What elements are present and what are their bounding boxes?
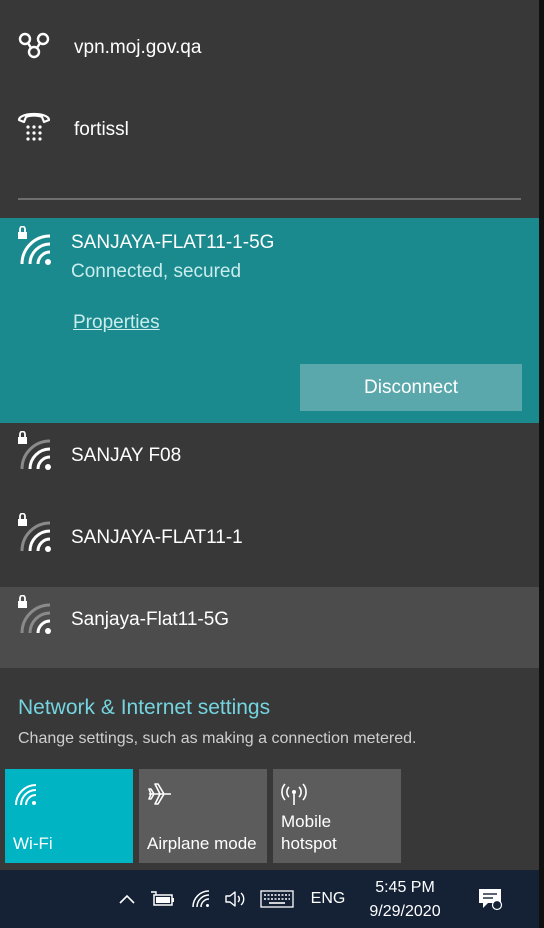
wifi-icon bbox=[15, 784, 37, 806]
vpn-item-fortissl[interactable]: fortissl bbox=[0, 88, 544, 170]
dialup-phone-icon bbox=[17, 112, 51, 141]
tile-label: Airplane mode bbox=[147, 834, 257, 853]
section-divider bbox=[18, 198, 521, 200]
clock-button[interactable]: 5:45 PM 9/29/2020 bbox=[352, 876, 458, 924]
network-tray-button[interactable] bbox=[188, 870, 214, 928]
language-indicator: ENG bbox=[310, 890, 346, 907]
notification-icon bbox=[479, 889, 503, 911]
touch-keyboard-button[interactable] bbox=[258, 870, 296, 928]
volume-button[interactable] bbox=[222, 870, 250, 928]
wifi-icon bbox=[192, 890, 210, 908]
secured-wifi-icon bbox=[18, 431, 51, 470]
mobile-hotspot-tile[interactable]: Mobile hotspot bbox=[273, 769, 401, 863]
network-name: SANJAYA-FLAT11-1-5G bbox=[71, 232, 275, 253]
tile-label: Mobile hotspot bbox=[281, 812, 337, 853]
network-name: Sanjaya-Flat11-5G bbox=[71, 609, 230, 630]
vpn-label: fortissl bbox=[74, 119, 129, 140]
connection-status: Connected, secured bbox=[71, 261, 242, 282]
taskbar: ENG 5:45 PM 9/29/2020 bbox=[0, 870, 544, 928]
disconnect-button[interactable]: Disconnect bbox=[300, 364, 522, 411]
network-name: SANJAY F08 bbox=[71, 445, 182, 466]
vpn-item-vpn-moj[interactable]: vpn.moj.gov.qa bbox=[0, 6, 544, 88]
secured-wifi-icon bbox=[18, 513, 51, 552]
keyboard-icon bbox=[260, 890, 294, 908]
network-item-sanjaya-flat11-1[interactable]: SANJAYA-FLAT11-1 bbox=[0, 505, 539, 587]
airplane-mode-tile[interactable]: Airplane mode bbox=[139, 769, 267, 863]
tile-label: Wi-Fi bbox=[13, 834, 53, 853]
connected-network-panel[interactable]: SANJAYA-FLAT11-1-5G Connected, secured P… bbox=[0, 218, 539, 423]
input-language-button[interactable]: ENG bbox=[306, 870, 350, 928]
battery-icon bbox=[151, 891, 174, 906]
settings-subtitle: Change settings, such as making a connec… bbox=[18, 730, 417, 747]
window-edge bbox=[539, 0, 544, 928]
network-settings-link[interactable]: Network & Internet settings bbox=[18, 696, 270, 720]
show-hidden-icons-button[interactable] bbox=[114, 870, 140, 928]
network-item-sanjaya-flat11-5g[interactable]: Sanjaya-Flat11-5G bbox=[0, 587, 539, 669]
action-center-button[interactable] bbox=[470, 870, 510, 928]
secured-wifi-icon bbox=[18, 226, 51, 265]
vpn-link-icon bbox=[18, 32, 50, 59]
clock-date: 9/29/2020 bbox=[369, 903, 441, 920]
clock-time: 5:45 PM bbox=[375, 879, 435, 896]
secured-wifi-icon bbox=[18, 595, 51, 634]
hotspot-icon bbox=[281, 783, 307, 805]
properties-link[interactable]: Properties bbox=[73, 312, 160, 334]
airplane-icon bbox=[148, 783, 171, 805]
speaker-icon bbox=[225, 891, 245, 907]
wifi-toggle-tile[interactable]: Wi-Fi bbox=[5, 769, 133, 863]
settings-section: Network & Internet settings Change setti… bbox=[0, 668, 539, 868]
network-item-sanjay-f08[interactable]: SANJAY F08 bbox=[0, 423, 539, 505]
chevron-up-icon bbox=[119, 894, 135, 904]
battery-button[interactable] bbox=[148, 870, 178, 928]
vpn-label: vpn.moj.gov.qa bbox=[74, 37, 202, 58]
network-name: SANJAYA-FLAT11-1 bbox=[71, 527, 243, 548]
